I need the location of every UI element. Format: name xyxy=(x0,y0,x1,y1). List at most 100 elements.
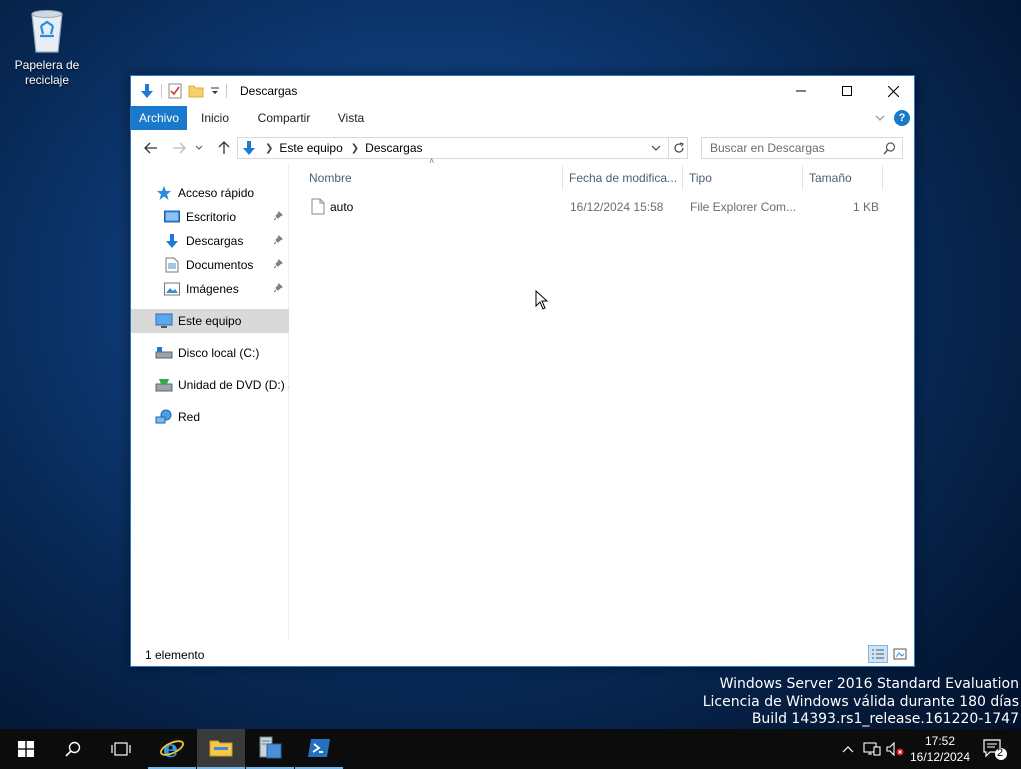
properties-icon[interactable] xyxy=(168,83,182,99)
qat-dropdown-icon[interactable] xyxy=(210,86,220,96)
column-header-tipo[interactable]: Tipo xyxy=(683,166,803,190)
nav-descargas[interactable]: Descargas xyxy=(131,229,289,253)
maximize-icon xyxy=(842,86,852,96)
volume-tray-button[interactable] xyxy=(884,729,906,769)
nav-label: Imágenes xyxy=(186,282,239,296)
up-button[interactable] xyxy=(214,137,234,159)
minimize-icon xyxy=(796,90,806,92)
breadcrumb-chevron-icon[interactable]: ❯ xyxy=(351,143,359,154)
minimize-button[interactable] xyxy=(778,76,824,106)
network-tray-button[interactable] xyxy=(860,729,884,769)
dvd-drive-icon xyxy=(155,377,173,393)
recycle-bin-desktop-icon[interactable]: Papelera de reciclaje xyxy=(8,8,86,88)
nav-label: Documentos xyxy=(186,258,254,272)
search-icon xyxy=(65,741,81,757)
large-icons-view-button[interactable] xyxy=(890,645,910,663)
download-arrow-icon xyxy=(141,84,153,98)
tab-inicio[interactable]: Inicio xyxy=(193,106,237,130)
close-button[interactable] xyxy=(870,76,916,106)
star-icon xyxy=(155,185,173,201)
status-bar: 1 elemento xyxy=(131,642,914,666)
file-icon xyxy=(311,198,325,215)
new-folder-icon[interactable] xyxy=(188,83,204,99)
server-manager-button[interactable] xyxy=(246,729,294,769)
column-header-tamano[interactable]: Tamaño xyxy=(803,166,883,190)
forward-arrow-icon xyxy=(173,142,186,154)
watermark-license: Licencia de Windows válida durante 180 d… xyxy=(702,693,1019,710)
network-wired-icon xyxy=(863,742,881,756)
nav-label: Unidad de DVD (D:) S xyxy=(178,378,289,392)
file-row-auto[interactable]: auto 16/12/2024 15:58 File Explorer Com.… xyxy=(289,196,889,218)
task-view-button[interactable] xyxy=(97,729,145,769)
desktop-folder-icon xyxy=(163,209,181,225)
nav-red[interactable]: Red xyxy=(131,405,289,429)
windows-watermark: Windows Server 2016 Standard Evaluation … xyxy=(703,676,1019,729)
task-view-icon xyxy=(111,742,131,756)
nav-label: Acceso rápido xyxy=(178,186,255,200)
nav-imagenes[interactable]: Imágenes xyxy=(131,277,289,301)
folder-icon xyxy=(209,740,233,757)
file-size: 1 KB xyxy=(853,200,880,214)
nav-unidad-dvd[interactable]: Unidad de DVD (D:) S xyxy=(131,373,289,397)
back-button[interactable] xyxy=(141,137,161,159)
pin-icon[interactable] xyxy=(273,283,283,293)
search-input[interactable]: Buscar en Descargas xyxy=(701,137,903,159)
nav-este-equipo[interactable]: Este equipo xyxy=(131,309,289,333)
pin-icon[interactable] xyxy=(273,259,283,269)
network-icon xyxy=(155,409,173,425)
file-name: auto xyxy=(330,200,354,214)
column-header-fecha[interactable]: Fecha de modifica... xyxy=(563,166,683,190)
navigation-pane: Acceso rápido Escritorio Descargas Docum… xyxy=(131,164,289,641)
expand-ribbon-icon[interactable] xyxy=(874,112,886,124)
powershell-button[interactable] xyxy=(295,729,343,769)
nav-disco-local[interactable]: Disco local (C:) xyxy=(131,341,289,365)
pictures-icon xyxy=(163,281,181,297)
breadcrumb-chevron-icon[interactable]: ❯ xyxy=(265,143,273,154)
maximize-button[interactable] xyxy=(824,76,870,106)
internet-explorer-button[interactable]: e xyxy=(148,729,196,769)
nav-label: Descargas xyxy=(186,234,244,248)
watermark-build: Build 14393.rs1_release.161220-1747 xyxy=(751,711,1019,727)
help-button[interactable]: ? xyxy=(894,110,910,126)
breadcrumb-este-equipo[interactable]: Este equipo xyxy=(279,141,342,155)
nav-acceso-rapido[interactable]: Acceso rápido xyxy=(131,181,289,205)
search-icon xyxy=(883,142,896,155)
tab-vista[interactable]: Vista xyxy=(331,106,371,130)
show-hidden-icons-button[interactable] xyxy=(838,729,858,769)
windows-logo-icon xyxy=(18,741,34,757)
svg-text:e: e xyxy=(163,736,178,760)
tab-archivo[interactable]: Archivo xyxy=(131,106,187,130)
nav-label: Disco local (C:) xyxy=(178,346,260,360)
nav-escritorio[interactable]: Escritorio xyxy=(131,205,289,229)
refresh-button[interactable] xyxy=(668,137,688,159)
large-icons-view-icon xyxy=(893,648,907,660)
search-taskbar-button[interactable] xyxy=(49,729,97,769)
nav-documentos[interactable]: Documentos xyxy=(131,253,289,277)
pin-icon[interactable] xyxy=(273,211,283,221)
start-button[interactable] xyxy=(2,729,50,769)
address-dropdown-icon[interactable] xyxy=(651,145,661,153)
breadcrumb-descargas[interactable]: Descargas xyxy=(365,141,422,155)
clock[interactable]: 17:52 16/12/2024 xyxy=(904,733,976,765)
recycle-bin-icon xyxy=(31,10,63,53)
tab-compartir[interactable]: Compartir xyxy=(253,106,315,130)
clock-time: 17:52 xyxy=(924,734,956,748)
nav-label: Escritorio xyxy=(186,210,237,224)
up-arrow-icon xyxy=(218,141,230,154)
title-bar[interactable]: Descargas xyxy=(131,76,914,106)
address-box[interactable]: ❯ Este equipo ❯ Descargas xyxy=(237,137,688,159)
file-explorer-taskbar-button[interactable] xyxy=(197,729,245,769)
action-center-button[interactable]: 2 xyxy=(980,729,1010,769)
details-view-button[interactable] xyxy=(868,645,888,663)
recent-locations-button[interactable] xyxy=(193,137,205,159)
sort-ascending-icon: ˄ xyxy=(429,156,435,166)
watermark-edition: Windows Server 2016 Standard Evaluation xyxy=(719,676,1019,692)
volume-muted-icon xyxy=(886,741,904,757)
file-type: File Explorer Com... xyxy=(690,200,797,214)
pin-icon[interactable] xyxy=(273,235,283,245)
recycle-bin-label-line2: reciclaje xyxy=(24,73,69,87)
column-header-nombre[interactable]: Nombre xyxy=(303,166,563,190)
forward-button[interactable] xyxy=(169,137,189,159)
ribbon-tabs: Archivo Inicio Compartir Vista ? xyxy=(131,106,914,130)
file-explorer-window: Descargas Archivo Inicio Compartir Vista… xyxy=(130,75,915,667)
